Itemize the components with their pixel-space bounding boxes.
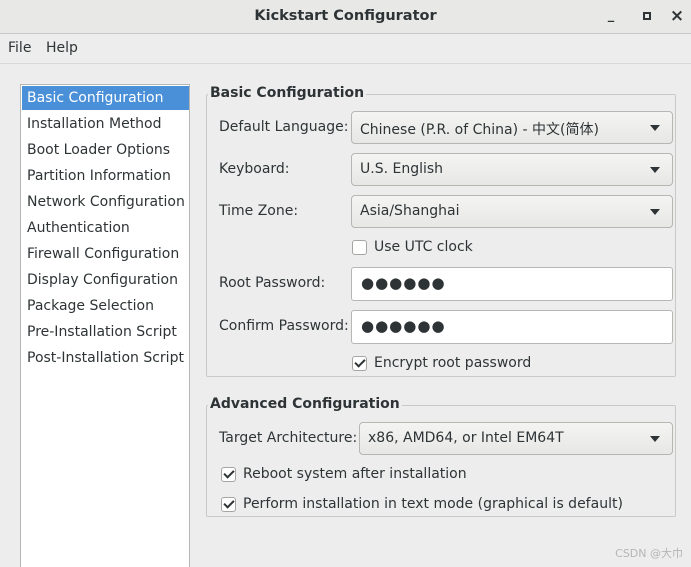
dropdown-arrow-icon bbox=[650, 436, 660, 442]
reboot-checkbox[interactable] bbox=[221, 467, 236, 482]
menu-help[interactable]: Help bbox=[46, 40, 78, 56]
default-language-select[interactable]: Chinese (P.R. of China) - 中文(简体) bbox=[351, 111, 673, 144]
sidebar-item-pre-installation-script[interactable]: Pre-Installation Script bbox=[22, 320, 189, 344]
keyboard-select[interactable]: U.S. English bbox=[351, 153, 673, 186]
time-zone-label: Time Zone: bbox=[219, 203, 299, 219]
keyboard-value: U.S. English bbox=[360, 161, 444, 177]
menu-bar: File Help bbox=[0, 34, 691, 64]
basic-configuration-heading: Basic Configuration bbox=[208, 85, 367, 101]
confirm-password-field[interactable]: ●●●●●● bbox=[351, 310, 673, 344]
confirm-password-label: Confirm Password: bbox=[219, 318, 349, 334]
utc-clock-label: Use UTC clock bbox=[374, 239, 473, 255]
encrypt-password-checkbox[interactable] bbox=[352, 356, 367, 371]
target-architecture-value: x86, AMD64, or Intel EM64T bbox=[368, 430, 564, 446]
title-bar: Kickstart Configurator _ × bbox=[0, 0, 691, 34]
target-architecture-label: Target Architecture: bbox=[219, 430, 358, 446]
time-zone-value: Asia/Shanghai bbox=[360, 203, 460, 219]
sidebar-item-firewall-configuration[interactable]: Firewall Configuration bbox=[22, 242, 189, 266]
dropdown-arrow-icon bbox=[650, 167, 660, 173]
close-button[interactable]: × bbox=[667, 6, 687, 26]
window-title: Kickstart Configurator bbox=[254, 8, 437, 24]
time-zone-select[interactable]: Asia/Shanghai bbox=[351, 195, 673, 228]
default-language-label: Default Language: bbox=[219, 119, 349, 135]
sidebar-item-partition-information[interactable]: Partition Information bbox=[22, 164, 189, 188]
encrypt-password-label: Encrypt root password bbox=[374, 355, 532, 371]
minimize-button[interactable]: _ bbox=[601, 6, 621, 26]
maximize-icon bbox=[643, 12, 651, 20]
root-password-masked: ●●●●●● bbox=[361, 274, 446, 292]
utc-clock-checkbox[interactable] bbox=[352, 240, 367, 255]
keyboard-label: Keyboard: bbox=[219, 161, 290, 177]
sidebar-item-post-installation-script[interactable]: Post-Installation Script bbox=[22, 346, 189, 370]
maximize-button[interactable] bbox=[637, 6, 657, 26]
reboot-label: Reboot system after installation bbox=[243, 466, 467, 482]
sidebar-item-package-selection[interactable]: Package Selection bbox=[22, 294, 189, 318]
advanced-configuration-heading: Advanced Configuration bbox=[208, 396, 402, 412]
root-password-field[interactable]: ●●●●●● bbox=[351, 267, 673, 301]
default-language-value: Chinese (P.R. of China) - 中文(简体) bbox=[360, 122, 599, 138]
sidebar-item-installation-method[interactable]: Installation Method bbox=[22, 112, 189, 136]
sidebar-item-authentication[interactable]: Authentication bbox=[22, 216, 189, 240]
sidebar-item-basic-configuration[interactable]: Basic Configuration bbox=[22, 86, 189, 110]
menu-file[interactable]: File bbox=[8, 40, 31, 56]
sidebar-item-boot-loader-options[interactable]: Boot Loader Options bbox=[22, 138, 189, 162]
section-list: Basic Configuration Installation Method … bbox=[20, 84, 190, 567]
watermark: CSDN @大巾 bbox=[615, 547, 683, 560]
target-architecture-select[interactable]: x86, AMD64, or Intel EM64T bbox=[359, 422, 673, 455]
dropdown-arrow-icon bbox=[650, 209, 660, 215]
sidebar-item-network-configuration[interactable]: Network Configuration bbox=[22, 190, 189, 214]
sidebar-item-display-configuration[interactable]: Display Configuration bbox=[22, 268, 189, 292]
root-password-label: Root Password: bbox=[219, 275, 326, 291]
text-mode-label: Perform installation in text mode (graph… bbox=[243, 496, 623, 512]
dropdown-arrow-icon bbox=[650, 125, 660, 131]
text-mode-checkbox[interactable] bbox=[221, 497, 236, 512]
confirm-password-masked: ●●●●●● bbox=[361, 317, 446, 335]
